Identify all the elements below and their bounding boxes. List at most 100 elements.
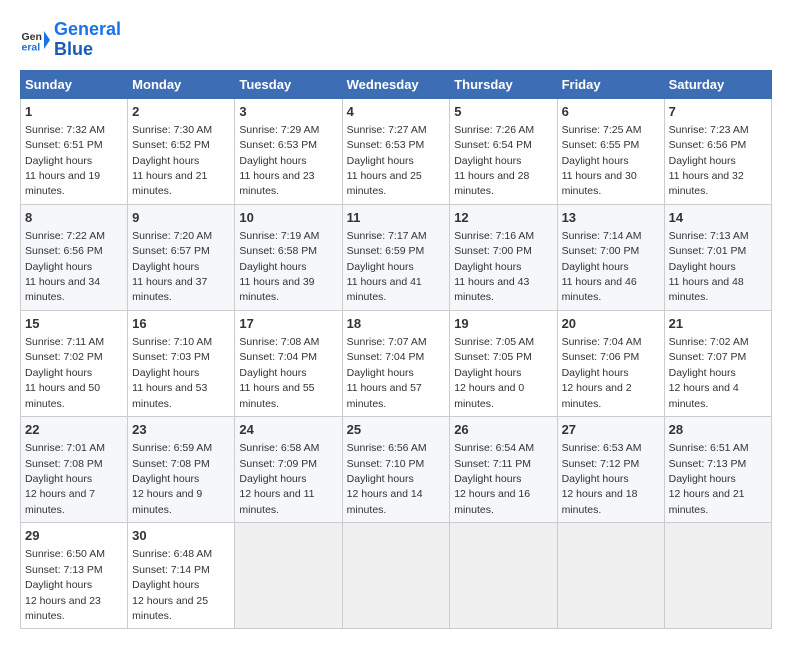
- day-info: Sunrise: 7:04 AMSunset: 7:06 PMDaylight …: [562, 336, 642, 410]
- svg-text:eral: eral: [22, 41, 41, 53]
- day-number: 10: [239, 209, 337, 227]
- day-info: Sunrise: 7:27 AMSunset: 6:53 PMDaylight …: [347, 124, 427, 198]
- day-cell: 9 Sunrise: 7:20 AMSunset: 6:57 PMDaylight…: [128, 204, 235, 310]
- header-row: SundayMondayTuesdayWednesdayThursdayFrid…: [21, 70, 772, 98]
- day-info: Sunrise: 7:08 AMSunset: 7:04 PMDaylight …: [239, 336, 319, 410]
- day-cell: 5Sunrise: 7:26 AMSunset: 6:54 PMDaylight…: [450, 98, 557, 204]
- day-cell: 30 Sunrise: 6:48 AMSunset: 7:14 PMDayligh…: [128, 523, 235, 629]
- day-info: Sunrise: 7:17 AMSunset: 6:59 PMDaylight …: [347, 230, 427, 304]
- day-number: 30: [132, 527, 230, 545]
- day-info: Sunrise: 7:13 AMSunset: 7:01 PMDaylight …: [669, 230, 749, 304]
- day-cell: 3Sunrise: 7:29 AMSunset: 6:53 PMDaylight…: [235, 98, 342, 204]
- day-cell: 7 Sunrise: 7:23 AMSunset: 6:56 PMDaylight…: [664, 98, 771, 204]
- day-cell: 12 Sunrise: 7:16 AMSunset: 7:00 PMDayligh…: [450, 204, 557, 310]
- day-number: 25: [347, 421, 446, 439]
- day-info: Sunrise: 7:19 AMSunset: 6:58 PMDaylight …: [239, 230, 319, 304]
- day-number: 22: [25, 421, 123, 439]
- day-number: 15: [25, 315, 123, 333]
- week-row-2: 8Sunrise: 7:22 AMSunset: 6:56 PMDaylight…: [21, 204, 772, 310]
- day-number: 1: [25, 103, 123, 121]
- day-cell: [557, 523, 664, 629]
- day-cell: 1 Sunrise: 7:32 AMSunset: 6:51 PMDaylight…: [21, 98, 128, 204]
- day-info: Sunrise: 7:07 AMSunset: 7:04 PMDaylight …: [347, 336, 427, 410]
- day-cell: 28Sunrise: 6:51 AMSunset: 7:13 PMDayligh…: [664, 417, 771, 523]
- day-info: Sunrise: 6:48 AMSunset: 7:14 PMDaylight …: [132, 548, 212, 622]
- day-info: Sunrise: 7:11 AMSunset: 7:02 PMDaylight …: [25, 336, 104, 410]
- header-saturday: Saturday: [664, 70, 771, 98]
- day-cell: 22 Sunrise: 7:01 AMSunset: 7:08 PMDayligh…: [21, 417, 128, 523]
- day-cell: 20 Sunrise: 7:04 AMSunset: 7:06 PMDayligh…: [557, 310, 664, 416]
- day-cell: 8Sunrise: 7:22 AMSunset: 6:56 PMDaylight…: [21, 204, 128, 310]
- day-number: 11: [347, 209, 446, 227]
- day-info: Sunrise: 7:10 AMSunset: 7:03 PMDaylight …: [132, 336, 212, 410]
- day-cell: 16Sunrise: 7:10 AMSunset: 7:03 PMDayligh…: [128, 310, 235, 416]
- day-cell: 27 Sunrise: 6:53 AMSunset: 7:12 PMDayligh…: [557, 417, 664, 523]
- day-number: 20: [562, 315, 660, 333]
- header-monday: Monday: [128, 70, 235, 98]
- week-row-1: 1 Sunrise: 7:32 AMSunset: 6:51 PMDaylight…: [21, 98, 772, 204]
- day-number: 14: [669, 209, 767, 227]
- week-row-4: 22 Sunrise: 7:01 AMSunset: 7:08 PMDayligh…: [21, 417, 772, 523]
- week-row-3: 15 Sunrise: 7:11 AMSunset: 7:02 PMDayligh…: [21, 310, 772, 416]
- logo: Gen eral GeneralBlue: [20, 20, 121, 60]
- day-number: 2: [132, 103, 230, 121]
- day-cell: 15 Sunrise: 7:11 AMSunset: 7:02 PMDayligh…: [21, 310, 128, 416]
- day-cell: 11 Sunrise: 7:17 AMSunset: 6:59 PMDayligh…: [342, 204, 450, 310]
- day-number: 7: [669, 103, 767, 121]
- day-cell: [450, 523, 557, 629]
- day-cell: 24Sunrise: 6:58 AMSunset: 7:09 PMDayligh…: [235, 417, 342, 523]
- day-info: Sunrise: 6:59 AMSunset: 7:08 PMDaylight …: [132, 442, 212, 516]
- day-number: 24: [239, 421, 337, 439]
- day-cell: [235, 523, 342, 629]
- day-info: Sunrise: 7:32 AMSunset: 6:51 PMDaylight …: [25, 124, 105, 198]
- day-info: Sunrise: 6:54 AMSunset: 7:11 PMDaylight …: [454, 442, 534, 516]
- day-info: Sunrise: 7:05 AMSunset: 7:05 PMDaylight …: [454, 336, 534, 410]
- day-number: 12: [454, 209, 552, 227]
- day-info: Sunrise: 7:29 AMSunset: 6:53 PMDaylight …: [239, 124, 319, 198]
- week-row-5: 29 Sunrise: 6:50 AMSunset: 7:13 PMDayligh…: [21, 523, 772, 629]
- day-cell: 4 Sunrise: 7:27 AMSunset: 6:53 PMDaylight…: [342, 98, 450, 204]
- day-number: 18: [347, 315, 446, 333]
- day-info: Sunrise: 7:25 AMSunset: 6:55 PMDaylight …: [562, 124, 642, 198]
- day-info: Sunrise: 7:30 AMSunset: 6:52 PMDaylight …: [132, 124, 212, 198]
- day-number: 19: [454, 315, 552, 333]
- day-info: Sunrise: 6:56 AMSunset: 7:10 PMDaylight …: [347, 442, 427, 516]
- day-cell: 26Sunrise: 6:54 AMSunset: 7:11 PMDayligh…: [450, 417, 557, 523]
- day-number: 5: [454, 103, 552, 121]
- logo-icon: Gen eral: [20, 25, 50, 55]
- day-info: Sunrise: 6:53 AMSunset: 7:12 PMDaylight …: [562, 442, 642, 516]
- day-cell: 2 Sunrise: 7:30 AMSunset: 6:52 PMDaylight…: [128, 98, 235, 204]
- day-info: Sunrise: 7:22 AMSunset: 6:56 PMDaylight …: [25, 230, 105, 304]
- day-info: Sunrise: 7:20 AMSunset: 6:57 PMDaylight …: [132, 230, 212, 304]
- day-number: 29: [25, 527, 123, 545]
- day-info: Sunrise: 7:02 AMSunset: 7:07 PMDaylight …: [669, 336, 749, 410]
- day-cell: 21 Sunrise: 7:02 AMSunset: 7:07 PMDayligh…: [664, 310, 771, 416]
- day-cell: [664, 523, 771, 629]
- day-info: Sunrise: 7:23 AMSunset: 6:56 PMDaylight …: [669, 124, 749, 198]
- day-cell: 14 Sunrise: 7:13 AMSunset: 7:01 PMDayligh…: [664, 204, 771, 310]
- day-info: Sunrise: 6:50 AMSunset: 7:13 PMDaylight …: [25, 548, 105, 622]
- day-number: 17: [239, 315, 337, 333]
- day-cell: 10 Sunrise: 7:19 AMSunset: 6:58 PMDayligh…: [235, 204, 342, 310]
- calendar-table: SundayMondayTuesdayWednesdayThursdayFrid…: [20, 70, 772, 630]
- day-info: Sunrise: 7:16 AMSunset: 7:00 PMDaylight …: [454, 230, 534, 304]
- day-number: 21: [669, 315, 767, 333]
- header-tuesday: Tuesday: [235, 70, 342, 98]
- header-sunday: Sunday: [21, 70, 128, 98]
- day-number: 27: [562, 421, 660, 439]
- day-cell: 29 Sunrise: 6:50 AMSunset: 7:13 PMDayligh…: [21, 523, 128, 629]
- day-cell: 23 Sunrise: 6:59 AMSunset: 7:08 PMDayligh…: [128, 417, 235, 523]
- day-number: 4: [347, 103, 446, 121]
- header-wednesday: Wednesday: [342, 70, 450, 98]
- page-header: Gen eral GeneralBlue: [20, 20, 772, 60]
- day-cell: 13 Sunrise: 7:14 AMSunset: 7:00 PMDayligh…: [557, 204, 664, 310]
- logo-text: GeneralBlue: [54, 20, 121, 60]
- day-cell: 25 Sunrise: 6:56 AMSunset: 7:10 PMDayligh…: [342, 417, 450, 523]
- header-thursday: Thursday: [450, 70, 557, 98]
- day-number: 13: [562, 209, 660, 227]
- day-info: Sunrise: 7:01 AMSunset: 7:08 PMDaylight …: [25, 442, 105, 516]
- day-info: Sunrise: 7:14 AMSunset: 7:00 PMDaylight …: [562, 230, 642, 304]
- day-number: 9: [132, 209, 230, 227]
- day-cell: 6Sunrise: 7:25 AMSunset: 6:55 PMDaylight…: [557, 98, 664, 204]
- day-number: 23: [132, 421, 230, 439]
